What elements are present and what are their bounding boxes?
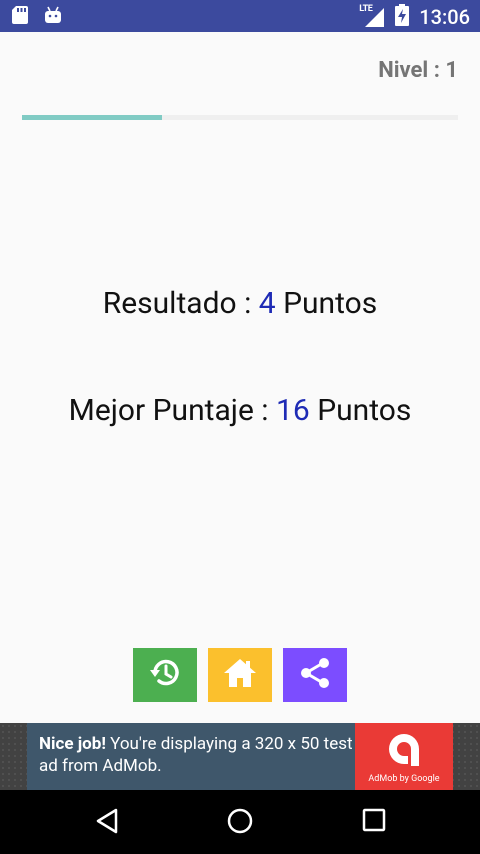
ad-text[interactable]: Nice job! You're displaying a 320 x 50 t… [27,723,355,790]
ad-brand: AdMob by Google [368,774,440,784]
home-icon [222,656,258,694]
action-buttons [133,648,347,702]
best-label: Mejor Puntaje : [68,393,277,428]
android-icon [44,6,62,28]
share-button[interactable] [283,648,347,702]
level-progress-bar [22,115,458,120]
ad-content[interactable]: Nice job! You're displaying a 320 x 50 t… [27,723,453,790]
admob-icon [389,734,419,766]
clock: 13:06 [419,5,470,29]
navigation-bar [0,790,480,854]
admob-logo[interactable]: AdMob by Google [355,723,453,790]
battery-charging-icon [395,4,410,30]
replay-button[interactable] [133,648,197,702]
result-score: Resultado : 4 Puntos [0,286,480,321]
best-value: 16 [276,393,310,428]
result-label: Resultado : [102,286,259,321]
home-button[interactable] [208,648,272,702]
ad-banner[interactable]: Nice job! You're displaying a 320 x 50 t… [0,723,480,790]
share-icon [297,655,333,695]
replay-icon [147,655,183,695]
best-unit: Puntos [309,393,412,428]
lte-signal-icon: LTE [359,4,385,28]
best-score: Mejor Puntaje : 16 Puntos [0,393,480,428]
result-unit: Puntos [275,286,378,321]
result-value: 4 [258,286,276,321]
recent-apps-icon[interactable] [362,808,386,836]
sd-card-icon [12,6,28,28]
status-bar: LTE 13:06 [0,0,480,32]
back-icon[interactable] [95,808,119,838]
level-progress-fill [22,115,162,120]
level-label: Nivel : 1 [378,58,458,83]
home-circle-icon[interactable] [227,808,253,838]
ad-headline: Nice job! [39,734,106,754]
